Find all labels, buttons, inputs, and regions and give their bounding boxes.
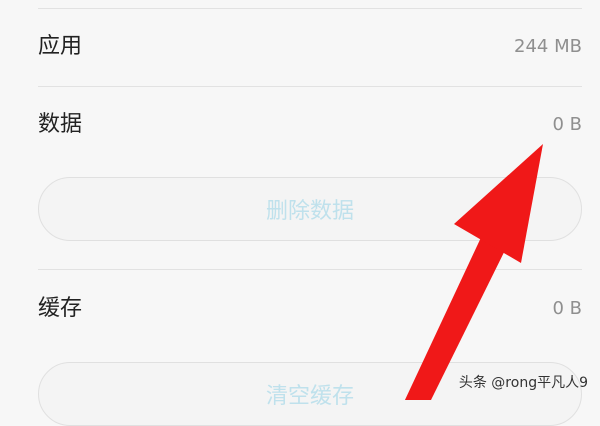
- delete-data-button-label: 删除数据: [265, 199, 354, 224]
- cache-size-label: 缓存: [38, 296, 83, 321]
- clear-cache-button-label: 清空缓存: [265, 384, 354, 409]
- divider-app-data: [38, 86, 582, 87]
- app-size-label: 应用: [38, 34, 83, 59]
- app-size-value: 244 MB: [514, 36, 582, 57]
- data-size-label: 数据: [38, 112, 83, 137]
- divider-top: [38, 8, 582, 9]
- divider-data-cache: [38, 269, 582, 270]
- watermark-text: 头条 @rong平凡人9: [458, 375, 588, 391]
- delete-data-button[interactable]: 删除数据: [38, 177, 582, 241]
- data-size-value: 0 B: [552, 114, 582, 135]
- cache-size-value: 0 B: [552, 298, 582, 319]
